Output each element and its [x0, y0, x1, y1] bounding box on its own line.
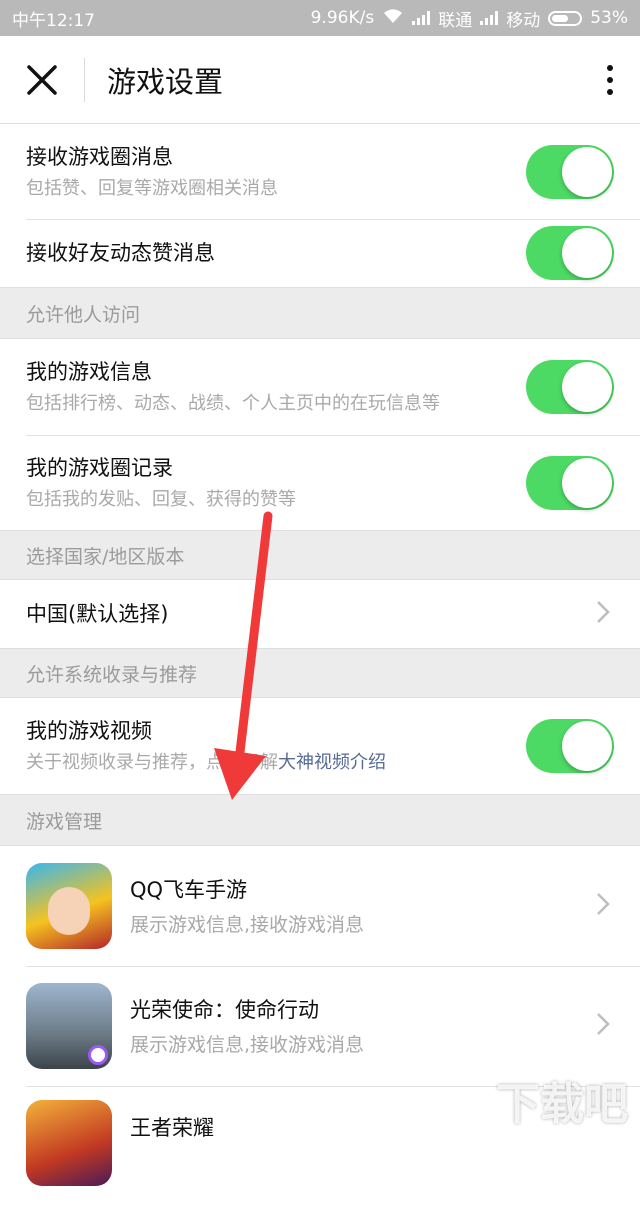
- game-name: 光荣使命：使命行动: [130, 997, 319, 1022]
- nav-divider: [84, 57, 85, 102]
- section-header-region: 选择国家/地区版本: [0, 530, 640, 580]
- toggle-switch[interactable]: [526, 455, 614, 510]
- toggle-switch[interactable]: [526, 719, 614, 773]
- toggle-switch[interactable]: [526, 226, 614, 280]
- setting-label: 接收游戏圈消息: [26, 144, 173, 169]
- carrier-2: 移动: [506, 10, 541, 31]
- toggle-switch[interactable]: [526, 360, 614, 414]
- carrier-1: 联通: [438, 10, 473, 31]
- setting-label: 接收好友动态赞消息: [26, 241, 215, 265]
- game-row-qq-speed[interactable]: QQ飞车手游 展示游戏信息,接收游戏消息: [0, 846, 640, 966]
- section-header-visit: 允许他人访问: [0, 287, 640, 339]
- chevron-right-icon: [596, 889, 610, 924]
- region-value: 中国(默认选择): [26, 602, 169, 626]
- qq-speed-game-icon: [26, 863, 112, 949]
- setting-row-game-circle-record[interactable]: 我的游戏圈记录 包括我的发贴、回复、获得的赞等: [0, 435, 640, 530]
- video-desc-text: 关于视频收录与推荐，点击了解: [26, 752, 278, 773]
- video-intro-link[interactable]: 大神视频介绍: [278, 752, 386, 773]
- setting-row-friend-like-msg[interactable]: 接收好友动态赞消息: [0, 219, 640, 287]
- battery-icon: [548, 10, 583, 26]
- setting-desc: 包括排行榜、动态、战绩、个人主页中的在玩信息等: [26, 393, 440, 414]
- game-name: QQ飞车手游: [130, 877, 248, 902]
- page-title: 游戏设置: [107, 64, 224, 99]
- setting-label: 我的游戏视频: [26, 719, 152, 743]
- setting-label: 我的游戏信息: [26, 360, 152, 384]
- toggle-switch[interactable]: [526, 144, 614, 199]
- king-of-glory-game-icon: [26, 1100, 112, 1186]
- setting-desc: 包括我的发贴、回复、获得的赞等: [26, 488, 296, 510]
- setting-row-game-video[interactable]: 我的游戏视频 关于视频收录与推荐，点击了解大神视频介绍: [0, 698, 640, 794]
- section-header-record: 允许系统收录与推荐: [0, 648, 640, 698]
- wifi-icon: [382, 8, 404, 29]
- network-speed: 9.96K/s: [310, 8, 375, 28]
- status-bar: 中午12:17 9.96K/s 联通 移动 53%: [0, 0, 640, 36]
- setting-desc: 关于视频收录与推荐，点击了解大神视频介绍: [26, 751, 526, 775]
- setting-row-game-circle-msg[interactable]: 接收游戏圈消息 包括赞、回复等游戏圈相关消息: [0, 124, 640, 219]
- battery-percent: 53%: [590, 8, 628, 28]
- chevron-right-icon: [596, 597, 610, 632]
- chevron-right-icon: [596, 1009, 610, 1044]
- game-desc: 展示游戏信息,接收游戏消息: [130, 913, 365, 936]
- setting-label: 我的游戏圈记录: [26, 455, 173, 480]
- section-header-manage: 游戏管理: [0, 794, 640, 846]
- setting-desc: 包括赞、回复等游戏圈相关消息: [26, 177, 278, 199]
- nav-bar: 游戏设置: [0, 36, 640, 124]
- watermark-logo: 下载吧: [496, 1079, 628, 1130]
- call-of-duty-game-icon: [26, 983, 112, 1069]
- signal-icon: [480, 11, 499, 25]
- status-time: 中午12:17: [12, 10, 95, 31]
- region-select-row[interactable]: 中国(默认选择): [0, 580, 640, 648]
- more-vertical-icon[interactable]: [580, 36, 640, 124]
- signal-icon: [412, 11, 431, 25]
- game-desc: 展示游戏信息,接收游戏消息: [130, 1033, 365, 1056]
- setting-row-game-info[interactable]: 我的游戏信息 包括排行榜、动态、战绩、个人主页中的在玩信息等: [0, 339, 640, 435]
- close-icon[interactable]: [0, 36, 84, 124]
